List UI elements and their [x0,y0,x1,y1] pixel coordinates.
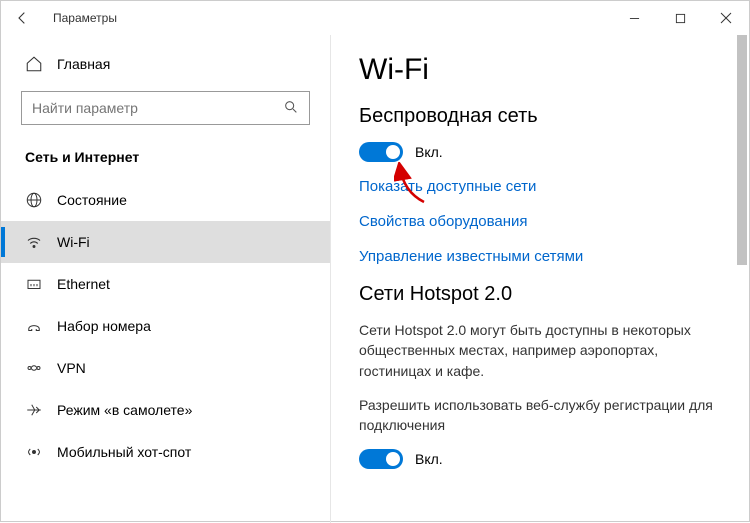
titlebar: Параметры [1,1,749,35]
link-manage-known-networks[interactable]: Управление известными сетями [359,248,721,265]
sidebar-item-wifi[interactable]: Wi-Fi [1,221,330,263]
sidebar-item-hotspot[interactable]: Мобильный хот-спот [1,431,330,473]
sidebar-item-status[interactable]: Состояние [1,179,330,221]
wireless-toggle-row: Вкл. [359,142,721,162]
sidebar-item-label: VPN [57,360,86,376]
hotspot-description: Сети Hotspot 2.0 могут быть доступны в н… [359,320,721,381]
globe-icon [25,191,43,209]
sidebar-item-airplane[interactable]: Режим «в самолете» [1,389,330,431]
link-show-networks[interactable]: Показать доступные сети [359,178,721,195]
minimize-button[interactable] [611,1,657,35]
sidebar-item-label: Набор номера [57,318,151,334]
sidebar-nav: Состояние Wi-Fi Ethernet Набор номера VP… [1,179,330,473]
hotspot-icon [25,443,43,461]
sidebar-item-ethernet[interactable]: Ethernet [1,263,330,305]
sidebar-item-label: Режим «в самолете» [57,402,192,418]
scroll-thumb[interactable] [737,35,747,265]
page-title: Wi-Fi [359,53,721,87]
sidebar-home-label: Главная [57,56,110,72]
ethernet-icon [25,275,43,293]
link-hardware-properties[interactable]: Свойства оборудования [359,213,721,230]
sidebar-category: Сеть и Интернет [1,143,330,179]
close-button[interactable] [703,1,749,35]
wireless-toggle[interactable] [359,142,403,162]
hotspot-heading: Сети Hotspot 2.0 [359,283,721,306]
maximize-button[interactable] [657,1,703,35]
maximize-icon [675,13,686,24]
sidebar-item-label: Wi-Fi [57,234,90,250]
hotspot-allow-text: Разрешить использовать веб-службу регист… [359,395,721,436]
wireless-heading: Беспроводная сеть [359,105,721,128]
hotspot-toggle-label: Вкл. [415,451,443,467]
airplane-icon [25,401,43,419]
sidebar: Главная Сеть и Интернет Состояние Wi-Fi … [1,35,331,523]
sidebar-item-label: Ethernet [57,276,110,292]
dialup-icon [25,317,43,335]
search-icon [283,99,299,118]
search-input-container[interactable] [21,91,310,125]
hotspot-toggle-row: Вкл. [359,449,721,469]
hotspot-toggle[interactable] [359,449,403,469]
sidebar-item-label: Состояние [57,192,127,208]
arrow-left-icon [15,10,31,26]
vpn-icon [25,359,43,377]
search-input[interactable] [32,100,283,116]
sidebar-item-dialup[interactable]: Набор номера [1,305,330,347]
window-title: Параметры [45,11,117,25]
minimize-icon [629,13,640,24]
sidebar-home[interactable]: Главная [1,45,330,91]
wifi-icon [25,233,43,251]
close-icon [720,12,732,24]
wireless-links: Показать доступные сети Свойства оборудо… [359,178,721,265]
back-button[interactable] [1,1,45,35]
content-pane: Wi-Fi Беспроводная сеть Вкл. Показать до… [331,35,749,523]
scrollbar[interactable] [737,35,747,523]
sidebar-item-label: Мобильный хот-спот [57,444,191,460]
wireless-toggle-label: Вкл. [415,144,443,160]
home-icon [25,55,43,73]
sidebar-item-vpn[interactable]: VPN [1,347,330,389]
